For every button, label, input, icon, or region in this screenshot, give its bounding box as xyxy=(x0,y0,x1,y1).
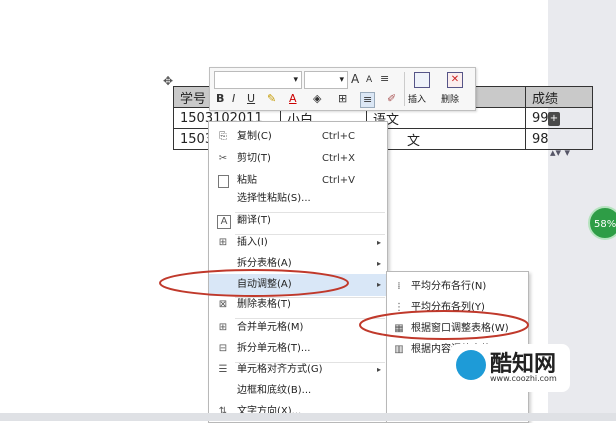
logo-mark-icon xyxy=(456,350,486,380)
annotation-ellipse-auto-fit xyxy=(159,269,349,297)
annotation-ellipse-fit-window xyxy=(359,310,529,340)
status-bar xyxy=(0,413,616,421)
watermark-url: www.coozhi.com xyxy=(490,374,557,383)
watermark-logo: 酷知网 www.coozhi.com xyxy=(450,344,570,392)
